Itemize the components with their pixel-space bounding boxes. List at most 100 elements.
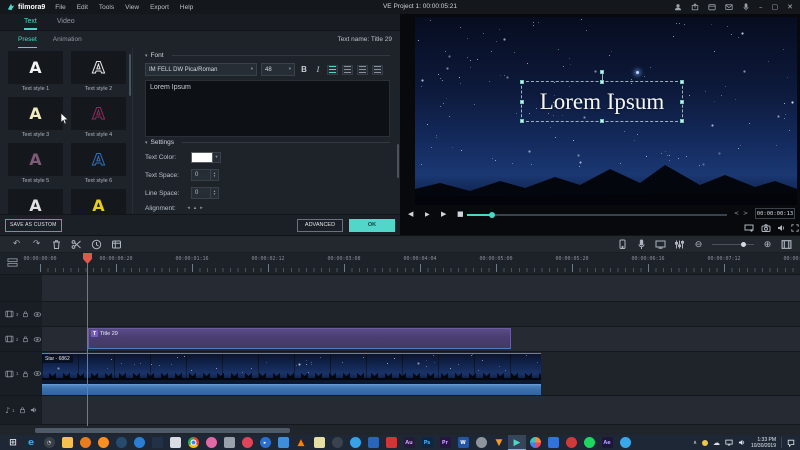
redo-button[interactable]: ↷ <box>31 239 42 250</box>
speed-clock-icon[interactable] <box>91 239 102 250</box>
resize-handle-w[interactable] <box>520 100 524 104</box>
taskbar-orange-app[interactable] <box>76 435 94 450</box>
taskbar-downloader[interactable]: ▼ <box>490 435 508 450</box>
track-lane-video-2[interactable]: T Title 29 <box>42 327 800 351</box>
taskbar-gray-round-app[interactable] <box>472 435 490 450</box>
taskbar-gray-app[interactable] <box>220 435 238 450</box>
settings-scrollbar[interactable] <box>397 144 399 178</box>
taskbar-steam[interactable] <box>112 435 130 450</box>
text-style-card-3[interactable]: A Text style 3 <box>8 97 63 140</box>
taskbar-after-effects[interactable]: Ae <box>598 435 616 450</box>
snapshot-camera-icon[interactable] <box>761 224 771 232</box>
taskbar-vs-app[interactable] <box>544 435 562 450</box>
taskbar-blue-bird-app[interactable] <box>616 435 634 450</box>
eye-visibility-icon[interactable] <box>33 336 42 343</box>
track-lane-empty[interactable] <box>42 275 800 301</box>
menu-help[interactable]: Help <box>180 4 193 11</box>
taskbar-firefox[interactable] <box>94 435 112 450</box>
tab-video[interactable]: Video <box>57 14 75 30</box>
taskbar-file-explorer[interactable] <box>58 435 76 450</box>
taskbar-audition[interactable]: Au <box>400 435 418 450</box>
voiceover-mic-icon[interactable] <box>636 239 647 250</box>
menu-file[interactable]: File <box>55 4 65 11</box>
delete-icon[interactable] <box>51 239 62 250</box>
zoom-slider-handle[interactable] <box>741 242 746 247</box>
tray-chevron-up-icon[interactable]: ∧ <box>693 440 697 446</box>
maximize-button[interactable]: ▢ <box>772 3 779 11</box>
account-icon[interactable] <box>674 3 682 11</box>
taskbar-premiere[interactable]: Pr <box>436 435 454 450</box>
lock-icon[interactable] <box>22 310 29 318</box>
color-swatch[interactable] <box>191 152 213 163</box>
speaker-mute-icon[interactable] <box>30 406 38 414</box>
taskbar-red-round-app[interactable] <box>562 435 580 450</box>
export-icon[interactable] <box>691 3 699 11</box>
volume-icon[interactable] <box>777 224 786 232</box>
text-style-card-8[interactable]: A <box>71 189 126 214</box>
taskbar-media-player[interactable]: ▸ <box>256 435 274 450</box>
subtab-animation[interactable]: Animation <box>53 31 82 48</box>
tray-volume-icon[interactable] <box>738 439 746 446</box>
text-space-stepper[interactable]: 0 ▴ ▾ <box>191 169 219 181</box>
stop-button[interactable]: ■ <box>457 210 464 219</box>
align-left-button[interactable] <box>327 65 338 75</box>
resize-handle-e[interactable] <box>680 100 684 104</box>
subtab-preset[interactable]: Preset <box>18 31 37 48</box>
line-space-stepper[interactable]: 0 ▴ ▾ <box>191 187 219 199</box>
taskbar-chrome[interactable] <box>184 435 202 450</box>
taskbar-clock[interactable]: 1:33 PM 10/30/2019 <box>751 437 776 449</box>
onedrive-cloud-icon[interactable]: ☁ <box>713 439 720 447</box>
font-family-select[interactable]: IM FELL DW Pica/Roman ▾ <box>145 63 257 76</box>
previous-frame-button[interactable]: ◀ <box>408 210 413 219</box>
display-device-icon[interactable] <box>744 224 754 232</box>
taskbar-filmora[interactable]: ▶ <box>508 435 526 450</box>
lock-icon[interactable] <box>22 335 29 343</box>
play-button[interactable]: ▶ <box>425 210 430 219</box>
text-color-picker[interactable]: ▾ <box>191 152 221 163</box>
taskbar-spotify[interactable] <box>580 435 598 450</box>
action-center-icon[interactable] <box>787 439 795 447</box>
font-size-select[interactable]: 48 ▾ <box>261 63 295 76</box>
menu-tools[interactable]: Tools <box>99 4 114 11</box>
alignment-buttons[interactable]: ◂ ▴ ▸ <box>191 207 199 211</box>
lock-icon[interactable] <box>19 406 26 414</box>
text-selection-box[interactable]: Lorem Ipsum <box>521 81 683 122</box>
taskbar-red-app[interactable] <box>238 435 256 450</box>
ok-button[interactable]: OK <box>349 219 395 232</box>
resize-handle-s[interactable] <box>600 119 604 123</box>
resize-handle-nw[interactable] <box>520 80 524 84</box>
split-scissors-icon[interactable] <box>71 239 82 250</box>
night-light-icon[interactable] <box>702 440 708 446</box>
align-justify-button[interactable] <box>372 65 383 75</box>
menu-edit[interactable]: Edit <box>77 4 88 11</box>
text-style-card-1[interactable]: A Text style 1 <box>8 51 63 94</box>
tab-text[interactable]: Text <box>24 14 37 30</box>
resize-handle-ne[interactable] <box>680 80 684 84</box>
taskbar-edge[interactable]: e <box>22 435 40 450</box>
taskbar-pink-app[interactable] <box>202 435 220 450</box>
step-down-icon[interactable]: ▾ <box>214 175 216 179</box>
text-style-card-5[interactable]: A Text style 5 <box>8 143 63 186</box>
taskbar-media-clock-app[interactable]: ◔ <box>40 435 58 450</box>
bold-button[interactable]: B <box>299 64 309 75</box>
taskbar-dark-app[interactable] <box>328 435 346 450</box>
text-content-input[interactable]: Lorem Ipsum <box>145 80 390 137</box>
styles-scrollbar[interactable] <box>129 54 131 96</box>
video-clip[interactable]: Star - 6862 <box>42 353 541 395</box>
taskbar-word[interactable]: W <box>454 435 472 450</box>
eye-visibility-icon[interactable] <box>33 370 42 377</box>
mic-icon[interactable] <box>742 3 750 11</box>
fullscreen-icon[interactable] <box>791 224 799 232</box>
resize-handle-n[interactable] <box>600 80 604 84</box>
track-lane-audio-1[interactable] <box>42 396 800 424</box>
timeline-scrollbar-handle[interactable] <box>35 428 290 433</box>
minimize-button[interactable]: – <box>759 3 763 11</box>
preview-overlay-text[interactable]: Lorem Ipsum <box>522 82 682 121</box>
settings-section-header[interactable]: ▾ Settings <box>145 139 390 146</box>
taskbar-monitor-app[interactable] <box>274 435 292 450</box>
font-section-header[interactable]: ▾ Font <box>145 52 390 59</box>
close-button[interactable]: ✕ <box>787 3 793 11</box>
save-as-custom-button[interactable]: SAVE AS CUSTOM <box>5 219 62 232</box>
lock-icon[interactable] <box>22 370 29 378</box>
record-device-icon[interactable] <box>617 239 628 250</box>
